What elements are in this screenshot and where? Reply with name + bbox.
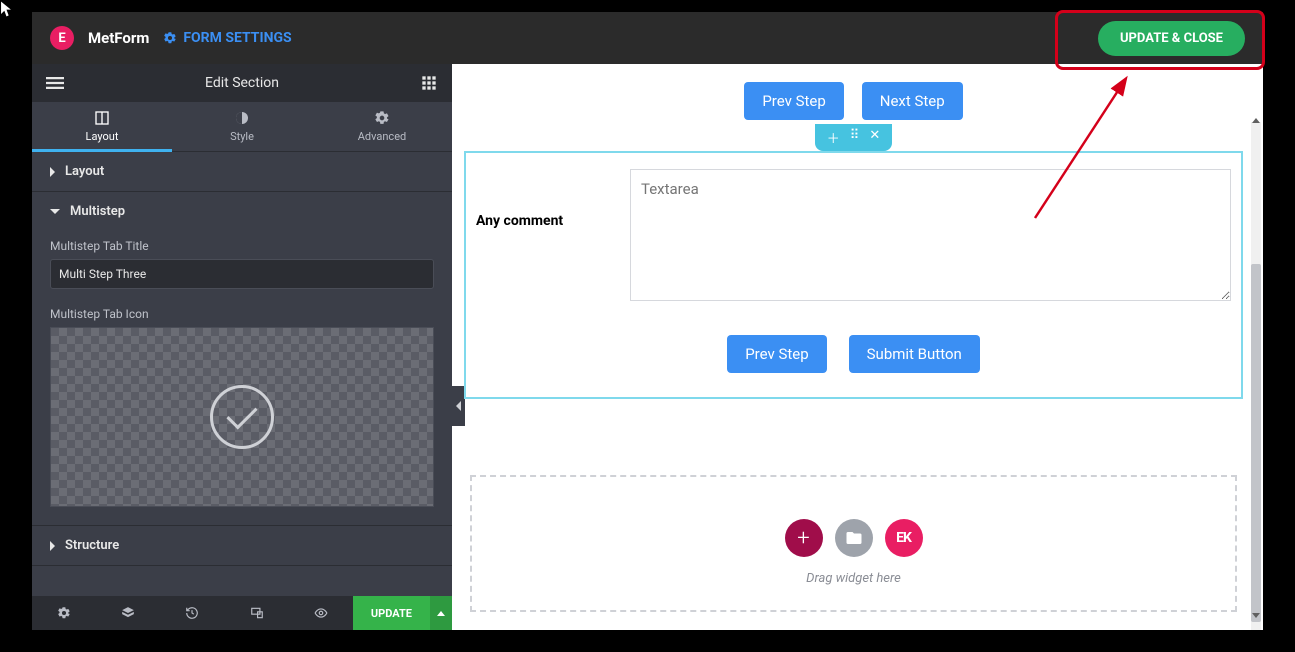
- tab-layout[interactable]: Layout: [32, 102, 172, 151]
- update-and-close-button[interactable]: UPDATE & CLOSE: [1098, 21, 1245, 56]
- template-library-icon[interactable]: [835, 519, 873, 557]
- add-section-icon[interactable]: ＋: [827, 128, 840, 147]
- prev-step-button[interactable]: Prev Step: [744, 82, 843, 120]
- multistep-icon-picker[interactable]: [50, 327, 434, 507]
- preview-icon[interactable]: [289, 596, 353, 630]
- accordion-multistep[interactable]: Multistep: [32, 192, 452, 231]
- widget-drop-zone[interactable]: + EK Drag widget here: [470, 475, 1237, 612]
- tab-advanced[interactable]: Advanced: [312, 102, 452, 151]
- accordion-structure-label: Structure: [65, 538, 119, 553]
- brand-name: MetForm: [88, 29, 149, 47]
- chevron-up-icon: [437, 611, 445, 616]
- responsive-icon[interactable]: [225, 596, 289, 630]
- gear-icon: [163, 31, 177, 45]
- history-icon[interactable]: [160, 596, 224, 630]
- delete-section-icon[interactable]: ✕: [869, 128, 880, 147]
- accordion-layout[interactable]: Layout: [32, 152, 452, 191]
- style-icon: [234, 110, 250, 126]
- form-section[interactable]: Any comment Prev Step Submit Button: [464, 151, 1243, 399]
- comment-label: Any comment: [476, 169, 630, 229]
- panel-title: Edit Section: [205, 75, 279, 91]
- advanced-icon: [374, 110, 390, 126]
- form-settings-link[interactable]: FORM SETTINGS: [163, 30, 291, 46]
- add-widget-icon[interactable]: +: [785, 519, 823, 557]
- tab-style[interactable]: Style: [172, 102, 312, 151]
- update-button[interactable]: UPDATE: [353, 596, 430, 630]
- apps-icon[interactable]: [420, 74, 438, 92]
- drop-zone-text: Drag widget here: [806, 571, 901, 586]
- accordion-structure[interactable]: Structure: [32, 526, 452, 565]
- multistep-title-input[interactable]: [50, 259, 434, 289]
- chevron-right-icon: [50, 541, 55, 551]
- comment-textarea[interactable]: [630, 169, 1231, 301]
- settings-icon[interactable]: [32, 596, 96, 630]
- form-settings-label: FORM SETTINGS: [183, 30, 291, 46]
- multistep-icon-label: Multistep Tab Icon: [50, 307, 434, 321]
- tab-advanced-label: Advanced: [358, 130, 406, 143]
- canvas: Prev Step Next Step ＋ ⠿ ✕ Any comment: [452, 64, 1263, 630]
- prev-step-button-2[interactable]: Prev Step: [727, 335, 826, 373]
- tab-style-label: Style: [230, 130, 254, 143]
- elementor-logo-icon: E: [50, 26, 74, 50]
- check-circle-icon: [210, 385, 274, 449]
- section-toolbar: ＋ ⠿ ✕: [815, 124, 892, 151]
- submit-button[interactable]: Submit Button: [849, 335, 980, 373]
- accordion-multistep-label: Multistep: [70, 204, 125, 219]
- accordion-layout-label: Layout: [65, 164, 104, 179]
- edit-section-icon[interactable]: ⠿: [850, 128, 860, 147]
- layout-icon: [94, 110, 110, 126]
- update-dropdown[interactable]: [430, 596, 452, 630]
- chevron-right-icon: [50, 167, 55, 177]
- folder-icon: [845, 529, 863, 547]
- navigator-icon[interactable]: [96, 596, 160, 630]
- editor-panel: Edit Section Layout Style Advanced: [32, 64, 452, 630]
- next-step-button[interactable]: Next Step: [862, 82, 963, 120]
- elementskit-icon[interactable]: EK: [885, 519, 923, 557]
- menu-icon[interactable]: [46, 74, 64, 92]
- chevron-down-icon: [50, 209, 60, 214]
- tab-layout-label: Layout: [86, 130, 119, 143]
- multistep-title-label: Multistep Tab Title: [50, 239, 434, 253]
- modal-header: E MetForm FORM SETTINGS UPDATE & CLOSE: [32, 12, 1263, 64]
